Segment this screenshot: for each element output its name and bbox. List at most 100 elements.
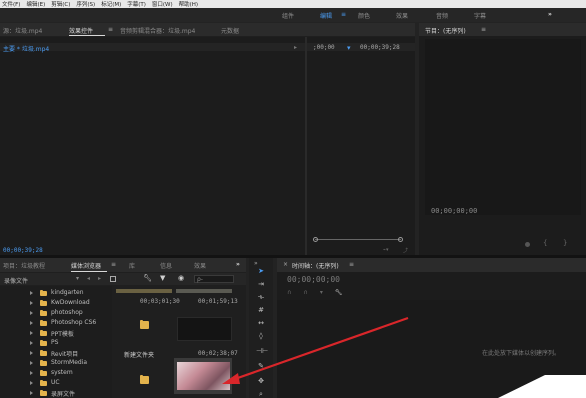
workspace-tab-effects[interactable]: 效果 bbox=[396, 11, 408, 20]
thumbnail-5[interactable] bbox=[116, 362, 172, 392]
program-menu-icon[interactable]: ≡ bbox=[481, 26, 486, 33]
expand-arrow-icon[interactable] bbox=[30, 320, 33, 325]
workspace-tab-color[interactable]: 颜色 bbox=[358, 11, 370, 20]
folder-tree-item[interactable]: KwDownload bbox=[51, 299, 90, 306]
expand-arrow-icon[interactable] bbox=[30, 310, 33, 315]
folder-tree-item[interactable]: photoshop bbox=[51, 309, 83, 316]
expand-arrow-icon[interactable] bbox=[30, 340, 33, 345]
zoom-handle-right[interactable] bbox=[398, 237, 403, 242]
workspace-tab-audio[interactable]: 音频 bbox=[436, 11, 448, 20]
menu-item-2[interactable]: 剪辑(C) bbox=[51, 0, 70, 8]
search-input[interactable]: ρ- bbox=[194, 275, 234, 283]
folder-tree-item[interactable]: Revit项目 bbox=[51, 349, 78, 358]
snap-icon[interactable]: ∩ bbox=[287, 289, 291, 297]
add-marker-icon[interactable] bbox=[525, 242, 530, 247]
location-dropdown[interactable]: 录像文件 bbox=[4, 276, 28, 285]
tab-program[interactable]: 节目：(无序列) bbox=[425, 26, 466, 35]
chevron-down-icon[interactable]: ▾ bbox=[76, 275, 79, 282]
folder-tree-item[interactable]: system bbox=[51, 369, 73, 376]
playhead-icon[interactable]: ▾ bbox=[347, 44, 351, 52]
tab-project[interactable]: 项目：垃圾教程 bbox=[3, 261, 45, 270]
menu-item-5[interactable]: 字幕(T) bbox=[127, 0, 146, 8]
rate-stretch-tool-icon[interactable]: ↔ bbox=[256, 318, 266, 328]
folder-tree-item[interactable]: StormMedia bbox=[51, 359, 87, 366]
razor-tool-icon[interactable]: ◊ bbox=[256, 331, 266, 341]
tab-menu-icon[interactable]: ≡ bbox=[108, 26, 113, 33]
workspace-tab-editing[interactable]: 编辑 bbox=[320, 11, 332, 20]
expand-arrow-icon[interactable] bbox=[30, 380, 33, 385]
expand-arrow-icon[interactable] bbox=[30, 360, 33, 365]
ripple-edit-tool-icon[interactable]: ⟛ bbox=[256, 292, 266, 302]
tab-audio-clip-mixer[interactable]: 音频剪辑混合器：垃圾.mp4 bbox=[120, 26, 195, 35]
tab-libraries[interactable]: 库 bbox=[129, 261, 135, 270]
menu-item-3[interactable]: 序列(S) bbox=[76, 0, 95, 8]
add-marker-icon[interactable]: ▾ bbox=[320, 289, 323, 297]
tab-media-browser[interactable]: 媒体浏览器 bbox=[71, 261, 101, 270]
thumbnail-3[interactable] bbox=[116, 308, 172, 340]
expand-arrow-icon[interactable] bbox=[30, 370, 33, 375]
expand-arrow-icon[interactable] bbox=[30, 290, 33, 295]
close-icon[interactable]: × bbox=[283, 261, 288, 268]
workspace-menu-icon[interactable]: ≡ bbox=[341, 11, 346, 18]
tab-timeline[interactable]: 时间轴：(无序列) bbox=[292, 261, 339, 270]
expand-arrow-icon[interactable] bbox=[30, 330, 33, 335]
menu-item-1[interactable]: 编辑(E) bbox=[26, 0, 45, 8]
menu-item-0[interactable]: 文件(F) bbox=[2, 0, 20, 8]
workspace-tab-assembly[interactable]: 组件 bbox=[282, 11, 294, 20]
media-browser-menu-icon[interactable]: ≡ bbox=[111, 261, 116, 268]
settings-wrench-icon[interactable]: 🔧︎ bbox=[143, 274, 152, 282]
mark-in-icon[interactable]: { bbox=[543, 239, 547, 247]
filter-funnel-icon[interactable]: ▼ bbox=[160, 274, 165, 282]
selection-tool-icon[interactable]: ➤ bbox=[256, 266, 266, 276]
zoom-scrollbar[interactable] bbox=[315, 239, 401, 240]
menu-item-6[interactable]: 窗口(W) bbox=[152, 0, 173, 8]
zoom-tool-icon[interactable]: ⌕ bbox=[256, 389, 266, 398]
thumbnail-2[interactable] bbox=[176, 289, 232, 293]
current-timecode[interactable]: 00;00;39;28 bbox=[3, 247, 43, 254]
expand-arrow-icon[interactable] bbox=[30, 350, 33, 355]
expand-arrow-icon[interactable] bbox=[30, 390, 33, 395]
clip-label[interactable]: 主要 * 垃圾.mp4 bbox=[3, 44, 49, 53]
slip-tool-icon[interactable]: ⊣⊢ bbox=[256, 346, 268, 356]
folder-tree-item[interactable]: 录屏文件 bbox=[51, 389, 75, 398]
folder-tree-item[interactable]: PPT模板 bbox=[51, 329, 74, 338]
tab-effects[interactable]: 效果 bbox=[194, 261, 206, 270]
splitter[interactable] bbox=[305, 37, 307, 255]
folder-tree-item[interactable]: Photoshop CS6 bbox=[51, 319, 96, 326]
workspace-tab-titles[interactable]: 字幕 bbox=[474, 11, 486, 20]
thumbnail-4[interactable] bbox=[177, 317, 232, 341]
tab-effect-controls[interactable]: 效果控件 bbox=[69, 26, 93, 35]
workspace-more-icon[interactable]: » bbox=[548, 11, 552, 18]
linked-selection-icon[interactable]: ∩ bbox=[303, 289, 307, 297]
forward-icon[interactable]: ▸ bbox=[98, 275, 101, 282]
track-select-tool-icon[interactable]: ⇥ bbox=[256, 279, 266, 289]
zoom-handle-left[interactable] bbox=[313, 237, 318, 242]
filter-icon[interactable]: ⌁▾ bbox=[383, 247, 389, 253]
collapse-arrow-icon[interactable]: ▸ bbox=[294, 44, 297, 51]
program-timecode[interactable]: 00;00;00;00 bbox=[431, 207, 477, 215]
thumbnail-6[interactable] bbox=[177, 362, 230, 390]
folder-tree-item[interactable]: UC bbox=[51, 379, 60, 386]
expand-arrow-icon[interactable] bbox=[30, 300, 33, 305]
panel-more-icon[interactable]: » bbox=[236, 261, 240, 268]
mark-out-icon[interactable]: } bbox=[563, 239, 567, 247]
view-eye-icon[interactable]: ◉ bbox=[178, 274, 184, 282]
timeline-settings-wrench-icon[interactable]: 🔧︎ bbox=[335, 289, 343, 297]
menu-item-4[interactable]: 标记(M) bbox=[101, 0, 121, 8]
back-icon[interactable]: ◂ bbox=[87, 275, 90, 282]
program-viewer[interactable] bbox=[425, 39, 581, 215]
rolling-edit-tool-icon[interactable]: # bbox=[256, 305, 266, 315]
ingest-checkbox[interactable] bbox=[110, 276, 116, 282]
timeline-timecode[interactable]: 00;00;00;00 bbox=[287, 275, 340, 284]
pen-tool-icon[interactable]: ✎ bbox=[256, 361, 266, 371]
tab-info[interactable]: 信息 bbox=[160, 261, 172, 270]
thumbnail-1[interactable] bbox=[116, 289, 172, 293]
tab-metadata[interactable]: 元数据 bbox=[221, 26, 239, 35]
hand-tool-icon[interactable]: ✥ bbox=[256, 376, 266, 386]
timeline-menu-icon[interactable]: ≡ bbox=[349, 261, 354, 268]
folder-tree-item[interactable]: PS bbox=[51, 339, 58, 346]
folder-tree-item[interactable]: kindgarten bbox=[51, 289, 84, 296]
export-icon[interactable]: ⤴ bbox=[403, 247, 408, 254]
tab-source[interactable]: 源：垃圾.mp4 bbox=[3, 26, 42, 35]
menu-item-7[interactable]: 帮助(H) bbox=[179, 0, 198, 8]
